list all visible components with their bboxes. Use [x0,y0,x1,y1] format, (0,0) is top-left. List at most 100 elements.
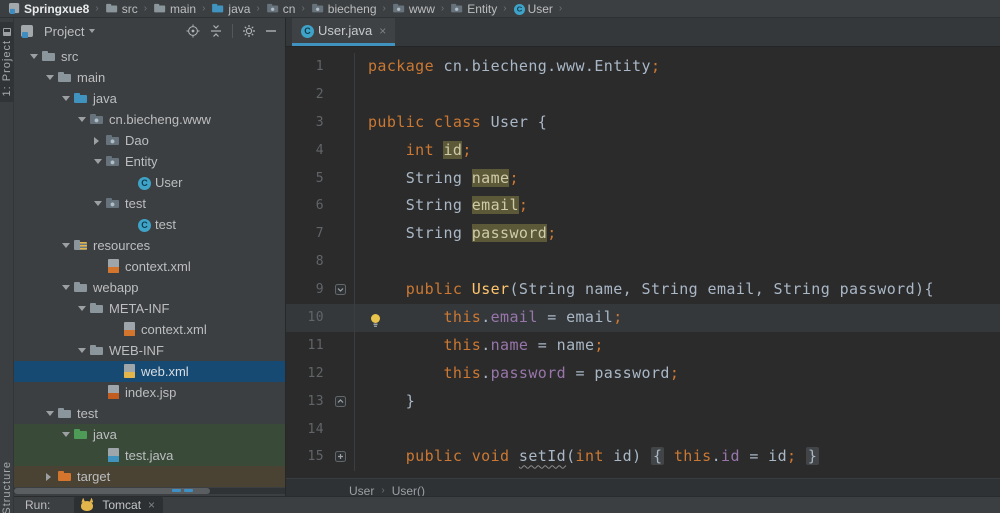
expand-arrow-icon[interactable] [94,130,106,151]
folder-icon [105,2,119,15]
code-editor[interactable]: 1 package cn.biecheng.www.Entity; 2 3 public… [286,47,1000,478]
expand-arrow-icon[interactable] [94,193,106,214]
expand-arrow-icon[interactable] [62,424,74,445]
hide-icon[interactable] [265,25,277,37]
tree-item-test[interactable]: Ctest [14,214,285,235]
expand-arrow-icon[interactable] [78,298,90,319]
code-line-3[interactable]: 3 public class User { [286,108,1000,137]
tool-button-project[interactable]: 1: Project [0,22,14,102]
package-icon [106,154,121,169]
tree-item-web.xml[interactable]: web.xml [14,361,285,382]
code-line-13[interactable]: 13 } [286,387,1000,416]
project-scrollbar[interactable] [14,488,285,494]
tree-item-main[interactable]: main [14,67,285,88]
fold-open-icon[interactable] [330,276,354,304]
breadcrumb-item-main[interactable]: main [151,0,198,18]
gutter-cell [330,81,354,109]
code-token: email [490,308,538,327]
expand-arrow-icon[interactable] [78,340,90,361]
breadcrumb-separator-icon: › [381,485,385,496]
code-line-4[interactable]: 4 int id; [286,136,1000,165]
settings-icon[interactable] [242,24,256,38]
code-token: String [368,224,472,243]
tree-item-test.java[interactable]: test.java [14,445,285,466]
tree-item-META-INF[interactable]: META-INF [14,298,285,319]
expand-arrow-icon[interactable] [94,151,106,172]
expand-arrow-icon[interactable] [30,46,42,67]
expand-arrow-icon[interactable] [62,235,74,256]
tree-item-webapp[interactable]: webapp [14,277,285,298]
breadcrumb-item-biecheng[interactable]: biecheng [309,0,379,18]
code-line-8[interactable]: 8 [286,248,1000,277]
tool-button-structure[interactable]: Structure [0,445,14,513]
close-tab-icon[interactable]: × [148,498,155,512]
code-line-10[interactable]: 10 this.email = email; [286,304,1000,332]
project-panel-title[interactable]: Project [44,24,84,39]
tree-item-cn.biecheng.www[interactable]: cn.biecheng.www [14,109,285,130]
breadcrumb-item-www[interactable]: www [390,0,437,18]
editor-tab-user-java[interactable]: C User.java × [292,18,396,46]
tree-item-User[interactable]: C User [14,172,285,193]
tree-item-target[interactable]: target [14,466,285,487]
expand-arrow-icon[interactable] [62,277,74,298]
expand-arrow-icon[interactable] [78,109,90,130]
tree-item-test[interactable]: test [14,193,285,214]
breadcrumb-label: www [408,1,435,16]
code-line-1[interactable]: 1 package cn.biecheng.www.Entity; [286,53,1000,81]
code-line-12[interactable]: 12 this.password = password; [286,359,1000,388]
code-line-7[interactable]: 7 String password; [286,220,1000,249]
expand-arrow-icon[interactable] [46,67,58,88]
tree-item-resources[interactable]: resources [14,235,285,256]
collapse-all-icon[interactable] [209,24,223,38]
breadcrumb-label: cn [282,1,296,16]
code-line-9[interactable]: 9 public User(String name, String email,… [286,276,1000,305]
tree-item-test[interactable]: test [14,403,285,424]
code-token: ; [613,308,623,327]
expand-arrow-icon[interactable] [46,403,58,424]
expand-arrow-icon[interactable] [46,466,58,487]
code-token: this [443,363,482,382]
close-tab-icon[interactable]: × [379,24,386,38]
tree-item-src[interactable]: src [14,46,285,67]
tree-item-java[interactable]: java [14,424,285,445]
tree-item-java[interactable]: java [14,88,285,109]
code-token: name [471,168,510,187]
breadcrumb-separator-icon: › [256,3,260,14]
tree-label: User [155,175,183,190]
code-token: public void [405,447,510,466]
code-line-15[interactable]: 15 public void setId(int id) { this.id =… [286,443,1000,472]
breadcrumb-item-cn[interactable]: cn [264,0,298,18]
breadcrumb-item-Entity[interactable]: Entity [448,0,499,18]
fold-close-icon[interactable] [330,388,354,416]
breadcrumb-item-Springxue8[interactable]: Springxue8 [5,0,91,18]
code-line-14[interactable]: 14 [286,415,1000,444]
tree-item-Entity[interactable]: Entity [14,151,285,172]
project-panel-header: Project [14,18,285,44]
breadcrumb-item-src[interactable]: src [103,0,140,18]
breadcrumb-label: Entity [467,1,498,16]
breadcrumb-item-java[interactable]: java [209,0,252,18]
code-token: id [721,447,740,466]
tree-item-Dao[interactable]: Dao [14,130,285,151]
folder-icon [154,2,167,15]
fold-plus-icon[interactable] [330,443,354,471]
locate-icon[interactable] [186,24,200,38]
code-line-11[interactable]: 11 this.name = name; [286,331,1000,360]
breadcrumb-label: main [170,1,197,16]
breadcrumb-label: src [121,1,138,16]
code-token: ; [462,140,472,159]
tree-item-context.xml[interactable]: context.xml [14,319,285,340]
run-tab-tomcat[interactable]: Tomcat × [74,496,164,513]
expand-arrow-icon[interactable] [62,88,74,109]
tree-item-index.jsp[interactable]: index.jsp [14,382,285,403]
code-line-2[interactable]: 2 [286,80,1000,109]
code-token: int [405,140,435,159]
code-line-5[interactable]: 5 String name; [286,164,1000,193]
tree-item-WEB-INF[interactable]: WEB-INF [14,340,285,361]
code-line-6[interactable]: 6 String email; [286,192,1000,221]
chevron-down-icon[interactable] [89,29,96,33]
tree-item-context.xml[interactable]: context.xml [14,256,285,277]
breadcrumb-item-User[interactable]: C User [511,0,555,18]
